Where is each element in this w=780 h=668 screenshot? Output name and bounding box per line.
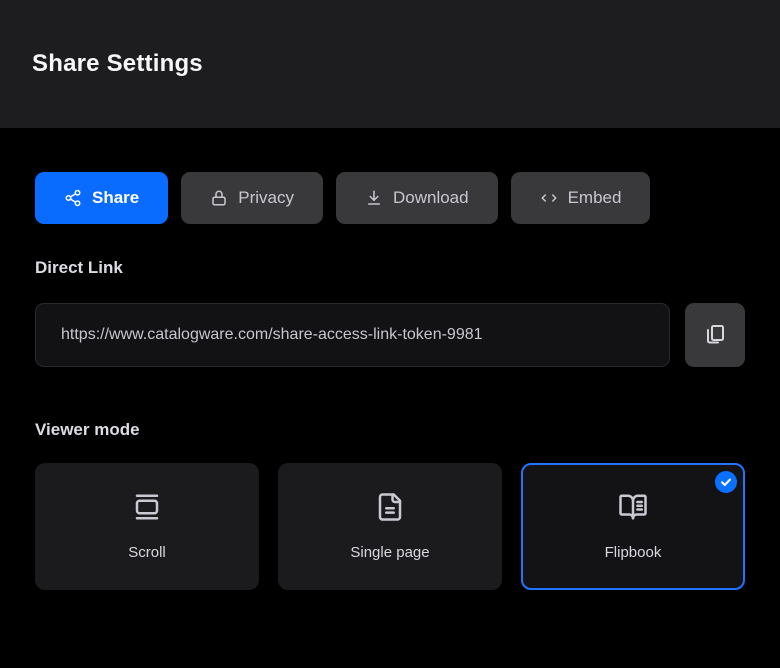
viewer-mode-option-scroll[interactable]: Scroll (35, 463, 259, 590)
share-settings-tabs: Share Privacy Download (35, 172, 745, 224)
single-page-icon (375, 492, 405, 527)
selected-check-badge (715, 471, 737, 493)
tab-share-label: Share (92, 188, 139, 208)
copy-icon (703, 322, 727, 349)
viewer-mode-options: Scroll Single page (35, 463, 745, 590)
viewer-mode-flipbook-label: Flipbook (605, 544, 662, 561)
dialog-header: Share Settings (0, 0, 780, 128)
code-icon (540, 189, 558, 207)
direct-link-label: Direct Link (35, 258, 745, 278)
tab-download-label: Download (393, 188, 469, 208)
tab-embed-label: Embed (568, 188, 622, 208)
viewer-mode-scroll-label: Scroll (128, 544, 166, 561)
viewer-mode-option-flipbook[interactable]: Flipbook (521, 463, 745, 590)
tab-privacy[interactable]: Privacy (181, 172, 323, 224)
flipbook-icon (618, 492, 648, 527)
direct-link-row (35, 303, 745, 367)
tab-privacy-label: Privacy (238, 188, 294, 208)
dialog-body: Share Privacy Download (0, 172, 780, 590)
download-icon (365, 189, 383, 207)
viewer-mode-single-page-label: Single page (350, 544, 429, 561)
copy-link-button[interactable] (685, 303, 745, 367)
share-nodes-icon (64, 189, 82, 207)
tab-download[interactable]: Download (336, 172, 498, 224)
direct-link-input[interactable] (35, 303, 670, 367)
page-title: Share Settings (32, 50, 203, 78)
scroll-view-icon (132, 492, 162, 527)
viewer-mode-label: Viewer mode (35, 420, 745, 440)
tab-share[interactable]: Share (35, 172, 168, 224)
tab-embed[interactable]: Embed (511, 172, 651, 224)
viewer-mode-option-single-page[interactable]: Single page (278, 463, 502, 590)
lock-icon (210, 189, 228, 207)
